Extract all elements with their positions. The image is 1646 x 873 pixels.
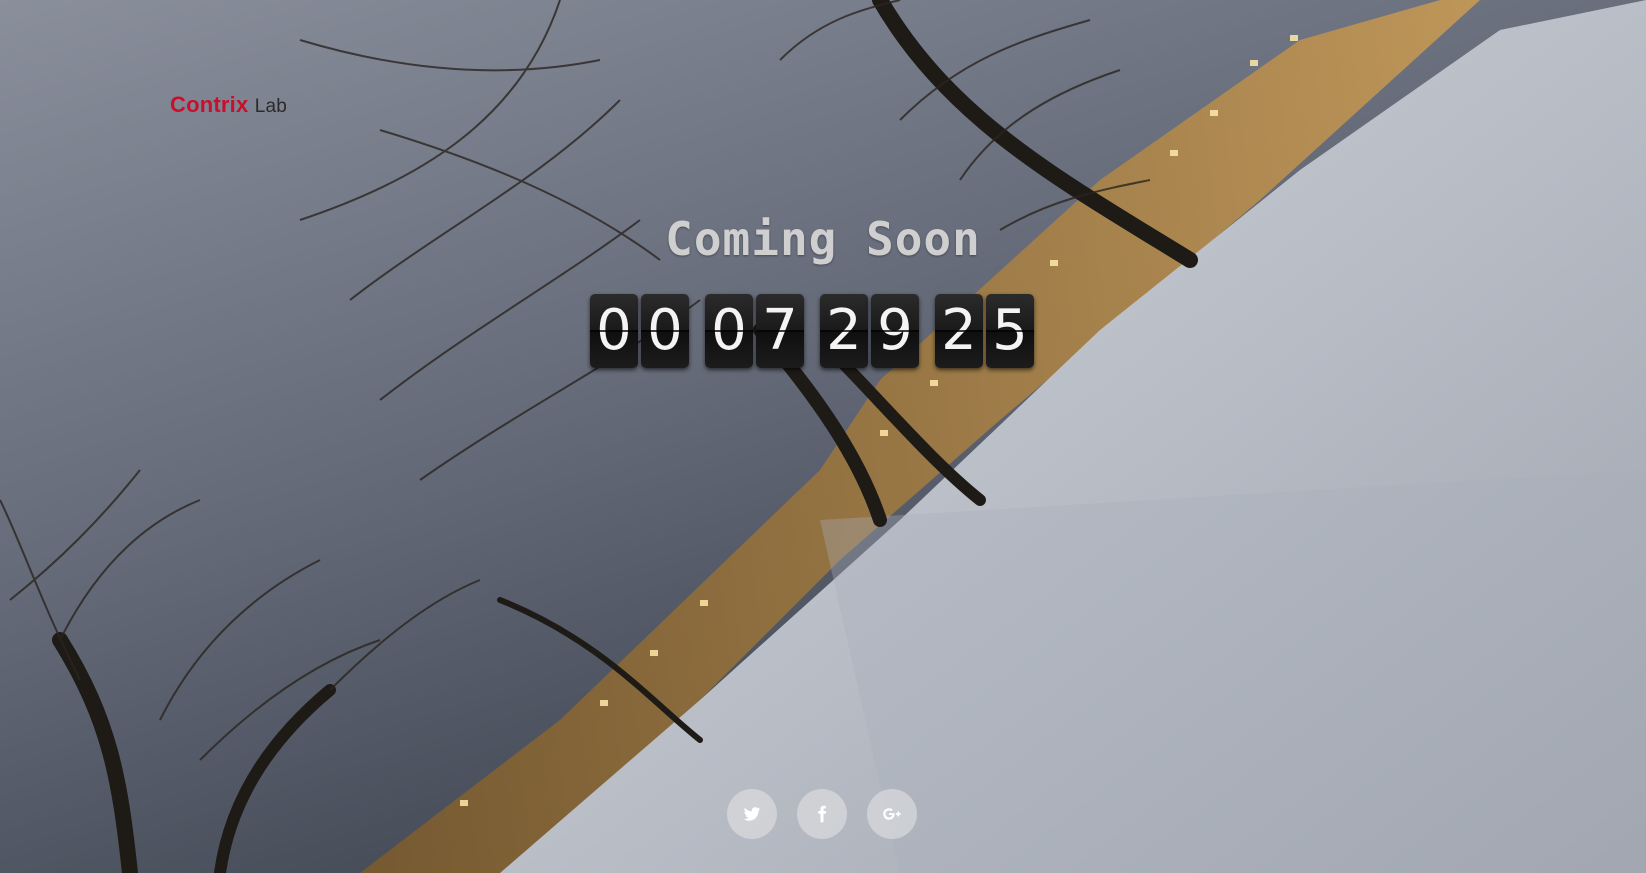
google-plus-button[interactable] bbox=[867, 789, 917, 839]
days-digit-2: 0 bbox=[641, 294, 689, 368]
days-digit-1: 0 bbox=[590, 294, 638, 368]
logo-sub: Lab bbox=[254, 96, 288, 117]
twitter-button[interactable] bbox=[727, 789, 777, 839]
seconds-digit-1: 2 bbox=[935, 294, 983, 368]
background-image bbox=[0, 0, 1646, 873]
page-title: Coming Soon bbox=[665, 212, 981, 266]
countdown-seconds: 2 5 bbox=[935, 294, 1034, 368]
hours-digit-2: 7 bbox=[756, 294, 804, 368]
countdown-timer: 0 0 0 7 2 9 2 5 bbox=[590, 294, 1034, 368]
facebook-button[interactable] bbox=[797, 789, 847, 839]
logo[interactable]: Contrix Lab bbox=[170, 92, 287, 118]
google-plus-icon bbox=[883, 808, 901, 820]
countdown-days: 0 0 bbox=[590, 294, 689, 368]
coming-soon-page: Contrix Lab Coming Soon 0 0 0 7 2 9 2 5 bbox=[0, 0, 1646, 873]
facebook-icon bbox=[818, 805, 827, 823]
hours-digit-1: 0 bbox=[705, 294, 753, 368]
countdown-minutes: 2 9 bbox=[820, 294, 919, 368]
logo-brand: Contrix bbox=[170, 92, 249, 117]
twitter-icon bbox=[743, 807, 761, 821]
social-links bbox=[727, 789, 917, 839]
countdown-hours: 0 7 bbox=[705, 294, 804, 368]
seconds-digit-2: 5 bbox=[986, 294, 1034, 368]
minutes-digit-1: 2 bbox=[820, 294, 868, 368]
minutes-digit-2: 9 bbox=[871, 294, 919, 368]
